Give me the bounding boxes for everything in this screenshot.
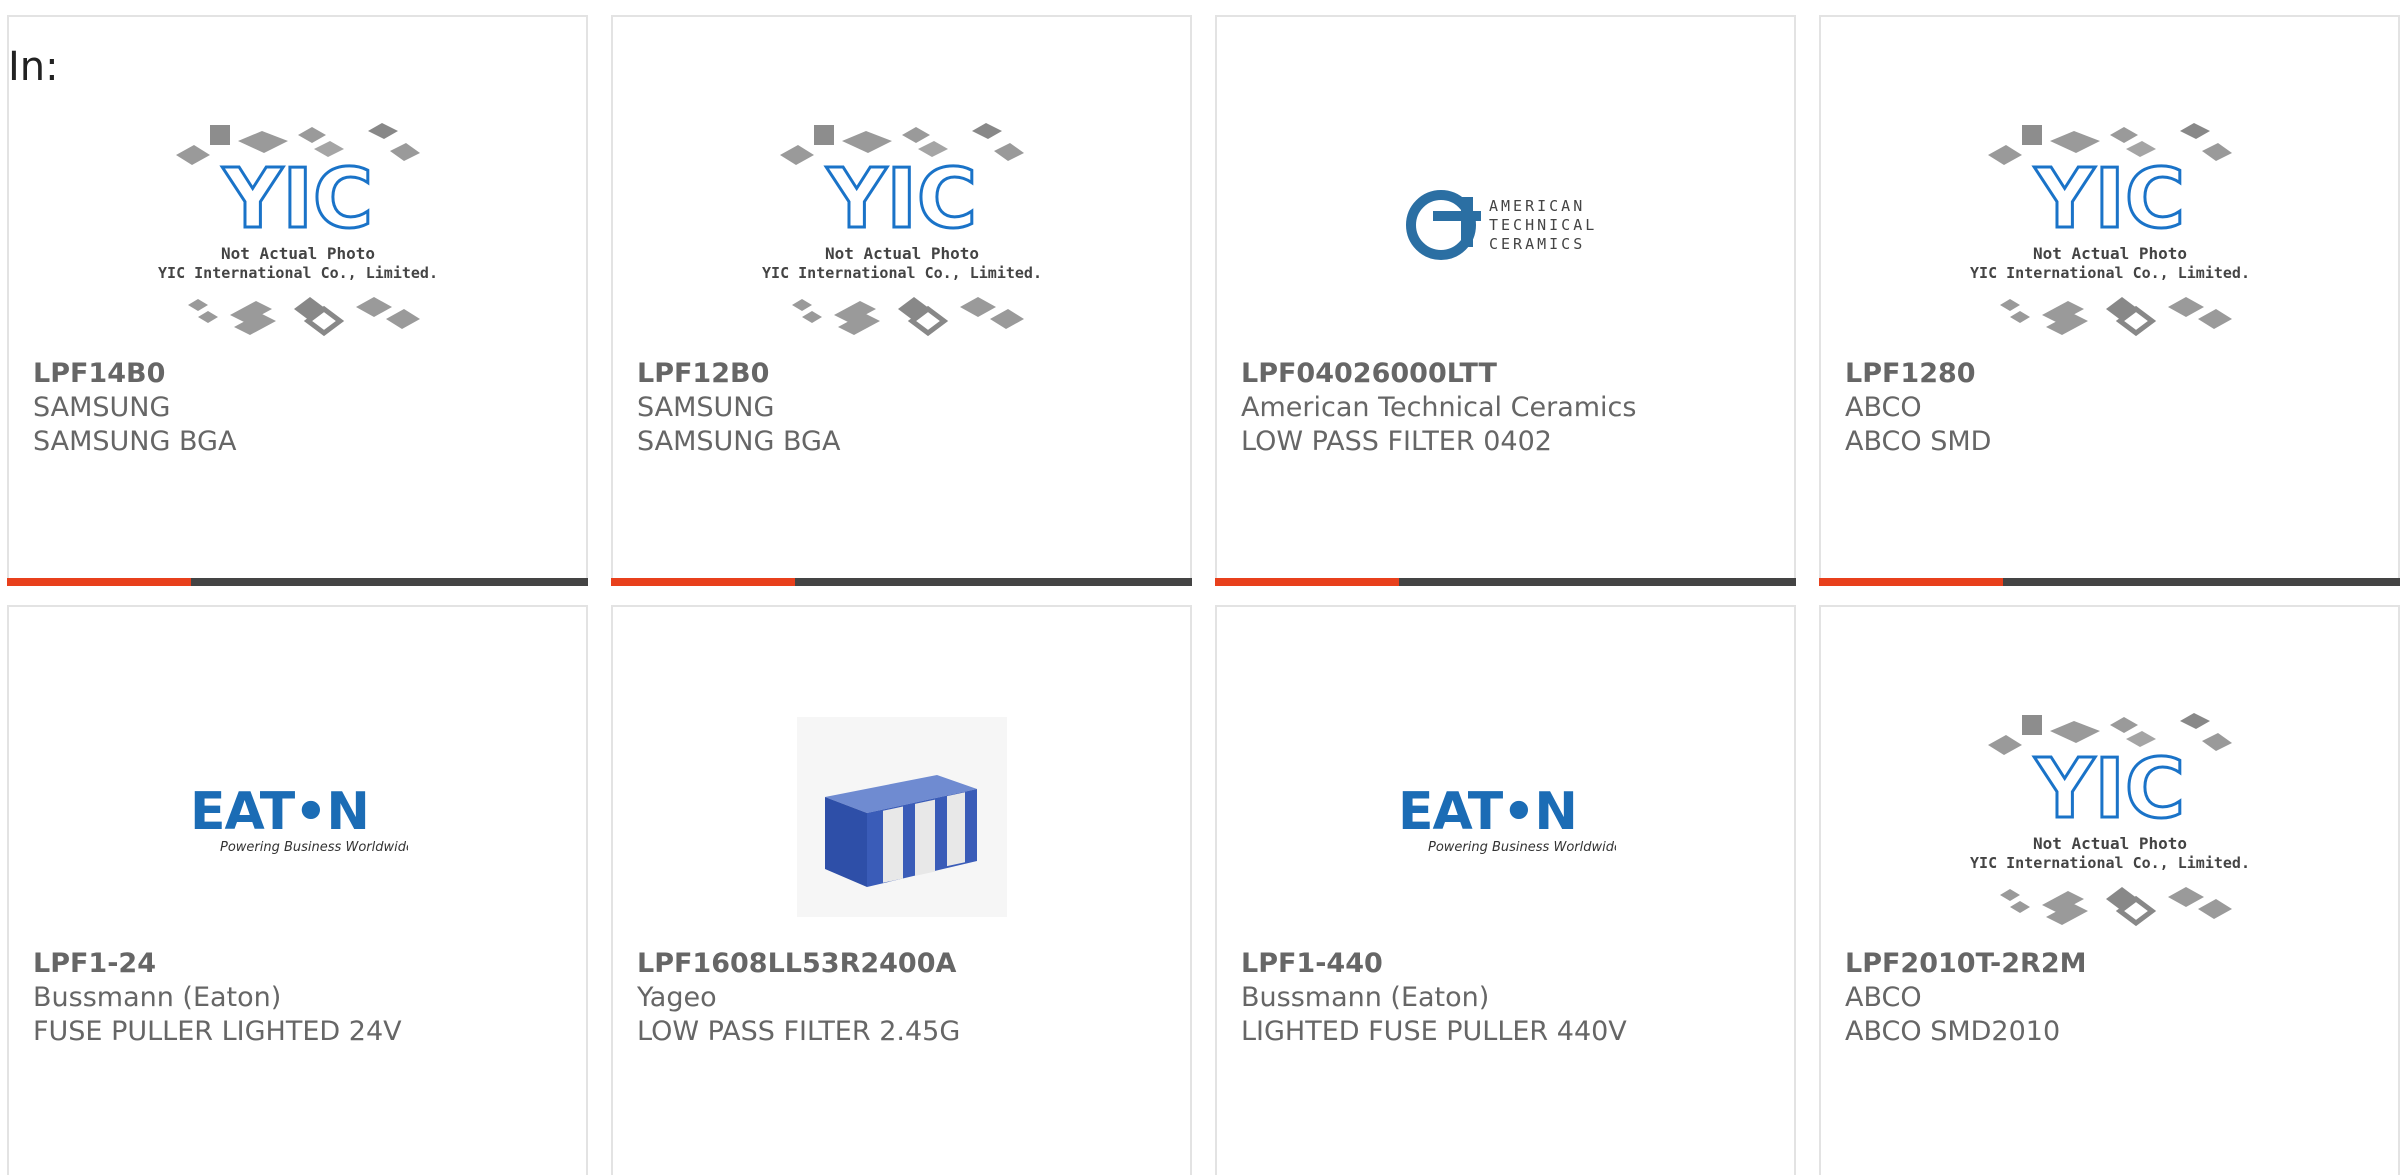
product-image[interactable]: YIC Not Actual Photo YIC International C… — [613, 87, 1190, 367]
svg-text:Not Actual Photo: Not Actual Photo — [2032, 244, 2186, 263]
product-card[interactable]: YIC Not Actual Photo YIC International C… — [1819, 15, 2400, 586]
not-actual-photo-image: YIC Not Actual Photo YIC International C… — [762, 123, 1042, 337]
description: LOW PASS FILTER 0402 — [1241, 426, 1552, 457]
product-image[interactable] — [613, 677, 1190, 957]
filter-label: In: — [8, 44, 59, 90]
product-card[interactable]: EAT•N Powering Business Worldwide LPF1-2… — [7, 605, 588, 1175]
svg-text:Not Actual Photo: Not Actual Photo — [824, 244, 978, 263]
card-bar-accent — [1215, 578, 1399, 586]
manufacturer: ABCO — [1845, 392, 1922, 423]
svg-text:YIC: YIC — [221, 152, 372, 247]
card-bar-accent — [7, 578, 191, 586]
product-card[interactable]: AMERICAN TECHNICAL CERAMICS LPF04026000L… — [1215, 15, 1796, 586]
manufacturer: American Technical Ceramics — [1241, 392, 1637, 423]
svg-text:Not Actual Photo: Not Actual Photo — [220, 244, 374, 263]
eaton-logo: EAT•N Powering Business Worldwide — [1398, 782, 1616, 855]
part-number[interactable]: LPF1-440 — [1241, 947, 1784, 981]
manufacturer: ABCO — [1845, 982, 1922, 1013]
manufacturer: Bussmann (Eaton) — [33, 982, 282, 1013]
american-technical-ceramics-logo: AMERICAN TECHNICAL CERAMICS — [1405, 190, 1597, 260]
description: FUSE PULLER LIGHTED 24V — [33, 1016, 402, 1047]
description: ABCO SMD — [1845, 426, 1992, 457]
part-number[interactable]: LPF1280 — [1845, 357, 2388, 391]
card-bar — [1215, 578, 1796, 586]
product-image[interactable]: EAT•N Powering Business Worldwide — [1217, 677, 1794, 957]
svg-text:Not Actual Photo: Not Actual Photo — [2032, 834, 2186, 853]
product-card[interactable]: LPF1608LL53R2400A Yageo LOW PASS FILTER … — [611, 605, 1192, 1175]
part-number[interactable]: LPF12B0 — [637, 357, 1180, 391]
product-card[interactable]: YIC Not Actual Photo YIC International C… — [7, 15, 588, 586]
product-image[interactable]: YIC Not Actual Photo YIC International C… — [1821, 87, 2398, 367]
product-image[interactable]: YIC Not Actual Photo YIC International C… — [9, 87, 586, 367]
description: SAMSUNG BGA — [33, 426, 237, 457]
manufacturer: Bussmann (Eaton) — [1241, 982, 1490, 1013]
svg-text:YIC: YIC — [825, 152, 976, 247]
svg-text:Powering Business Worldwide: Powering Business Worldwide — [220, 840, 408, 855]
svg-text:CERAMICS: CERAMICS — [1489, 235, 1585, 253]
card-bar — [611, 578, 1192, 586]
product-card[interactable]: YIC Not Actual Photo YIC International C… — [611, 15, 1192, 586]
svg-text:EAT•N: EAT•N — [1398, 782, 1577, 842]
product-image[interactable]: EAT•N Powering Business Worldwide — [9, 677, 586, 957]
svg-text:YIC: YIC — [2033, 152, 2184, 247]
part-number[interactable]: LPF1-24 — [33, 947, 576, 981]
description: LIGHTED FUSE PULLER 440V — [1241, 1016, 1627, 1047]
part-number[interactable]: LPF14B0 — [33, 357, 576, 391]
svg-text:Powering Business Worldwide: Powering Business Worldwide — [1428, 840, 1616, 855]
product-image[interactable]: AMERICAN TECHNICAL CERAMICS — [1217, 87, 1794, 367]
card-bar — [1819, 578, 2400, 586]
part-number[interactable]: LPF1608LL53R2400A — [637, 947, 1180, 981]
product-image[interactable]: YIC Not Actual Photo YIC International C… — [1821, 677, 2398, 957]
chip-photo — [796, 717, 1007, 917]
part-number[interactable]: LPF2010T-2R2M — [1845, 947, 2388, 981]
svg-text:YIC International Co., Limited: YIC International Co., Limited. — [762, 264, 1042, 282]
description: LOW PASS FILTER 2.45G — [637, 1016, 961, 1047]
not-actual-photo-image: YIC Not Actual Photo YIC International C… — [158, 123, 438, 337]
eaton-logo: EAT•N Powering Business Worldwide — [190, 782, 408, 855]
svg-text:YIC International Co., Limited: YIC International Co., Limited. — [1970, 854, 2250, 872]
not-actual-photo-image: YIC Not Actual Photo YIC International C… — [1970, 123, 2250, 337]
card-bar — [7, 578, 588, 586]
description: ABCO SMD2010 — [1845, 1016, 2061, 1047]
manufacturer: Yageo — [637, 982, 717, 1013]
manufacturer: SAMSUNG — [33, 392, 171, 423]
not-actual-photo-image: YIC Not Actual Photo YIC International C… — [1970, 713, 2250, 927]
product-card[interactable]: EAT•N Powering Business Worldwide LPF1-4… — [1215, 605, 1796, 1175]
manufacturer: SAMSUNG — [637, 392, 775, 423]
svg-text:YIC International Co., Limited: YIC International Co., Limited. — [158, 264, 438, 282]
part-number[interactable]: LPF04026000LTT — [1241, 357, 1784, 391]
svg-text:YIC International Co., Limited: YIC International Co., Limited. — [1970, 264, 2250, 282]
card-bar-accent — [611, 578, 795, 586]
description: SAMSUNG BGA — [637, 426, 841, 457]
svg-text:YIC: YIC — [2033, 742, 2184, 837]
product-card[interactable]: YIC Not Actual Photo YIC International C… — [1819, 605, 2400, 1175]
svg-text:AMERICAN: AMERICAN — [1489, 197, 1585, 215]
svg-text:TECHNICAL: TECHNICAL — [1489, 216, 1597, 234]
card-bar-accent — [1819, 578, 2003, 586]
svg-text:EAT•N: EAT•N — [190, 782, 369, 842]
